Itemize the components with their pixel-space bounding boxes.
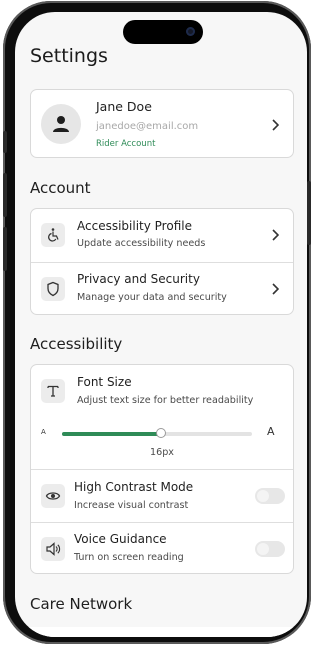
font-size-setting: Font Size Adjust text size for better re… (31, 365, 293, 469)
privacy-security-subtitle: Manage your data and security (77, 292, 227, 303)
profile-name: Jane Doe (96, 99, 152, 114)
bottom-bar (15, 627, 307, 637)
voice-guidance-subtitle: Turn on screen reading (74, 552, 184, 563)
slider-fill (62, 432, 161, 436)
chevron-right-icon (272, 229, 279, 241)
high-contrast-item: High Contrast Mode Increase visual contr… (31, 470, 293, 522)
account-role-label: Rider Account (96, 139, 156, 149)
eye-icon (45, 492, 61, 500)
profile-email: janedoe@email.com (96, 121, 199, 132)
font-size-small-label: A (41, 428, 46, 436)
toggle-knob (257, 490, 269, 502)
care-network-section-heading: Care Network (30, 595, 133, 613)
voice-guidance-item: Voice Guidance Turn on screen reading (31, 523, 293, 575)
text-size-icon (47, 385, 59, 397)
accessibility-profile-subtitle: Update accessibility needs (77, 238, 206, 249)
accessibility-section-heading: Accessibility (30, 335, 123, 353)
speaker-icon-box (41, 537, 65, 561)
person-icon (53, 116, 69, 132)
shield-icon-box (41, 277, 65, 301)
font-size-value: 16px (150, 447, 174, 458)
wheelchair-icon-box (41, 223, 65, 247)
volume-down-button (3, 227, 7, 271)
font-size-large-label: A (267, 425, 275, 438)
chevron-right-icon (272, 283, 279, 295)
eye-icon-box (41, 484, 65, 508)
text-size-icon-box (41, 379, 65, 403)
volume-up-button (3, 173, 7, 217)
wheelchair-icon (48, 228, 59, 242)
dynamic-island (123, 20, 203, 44)
font-size-title: Font Size (77, 375, 132, 389)
avatar (41, 104, 81, 144)
font-size-subtitle: Adjust text size for better readability (77, 395, 254, 406)
page-title: Settings (30, 45, 108, 67)
slider-thumb[interactable] (155, 428, 166, 438)
voice-guidance-toggle[interactable] (255, 541, 285, 557)
high-contrast-toggle[interactable] (255, 488, 285, 504)
account-card: Accessibility Profile Update accessibili… (30, 208, 294, 315)
mute-switch (3, 131, 7, 153)
speaker-icon (46, 542, 61, 556)
camera-icon (186, 27, 195, 36)
accessibility-card: Font Size Adjust text size for better re… (30, 364, 294, 574)
account-section-heading: Account (30, 179, 91, 197)
phone-frame: Settings Jane Doe janedoe@email.com Ride… (3, 1, 311, 644)
screen: Settings Jane Doe janedoe@email.com Ride… (15, 12, 307, 637)
accessibility-profile-title: Accessibility Profile (77, 219, 192, 233)
high-contrast-subtitle: Increase visual contrast (74, 500, 189, 511)
chevron-right-icon (272, 119, 279, 131)
privacy-security-item[interactable]: Privacy and Security Manage your data an… (31, 263, 293, 315)
accessibility-profile-item[interactable]: Accessibility Profile Update accessibili… (31, 209, 293, 262)
font-size-slider[interactable] (62, 428, 252, 438)
toggle-knob (257, 543, 269, 555)
voice-guidance-title: Voice Guidance (74, 532, 167, 546)
shield-icon (47, 281, 59, 297)
profile-card[interactable]: Jane Doe janedoe@email.com Rider Account (30, 89, 294, 158)
power-button (307, 181, 311, 245)
high-contrast-title: High Contrast Mode (74, 480, 194, 494)
privacy-security-title: Privacy and Security (77, 272, 200, 286)
